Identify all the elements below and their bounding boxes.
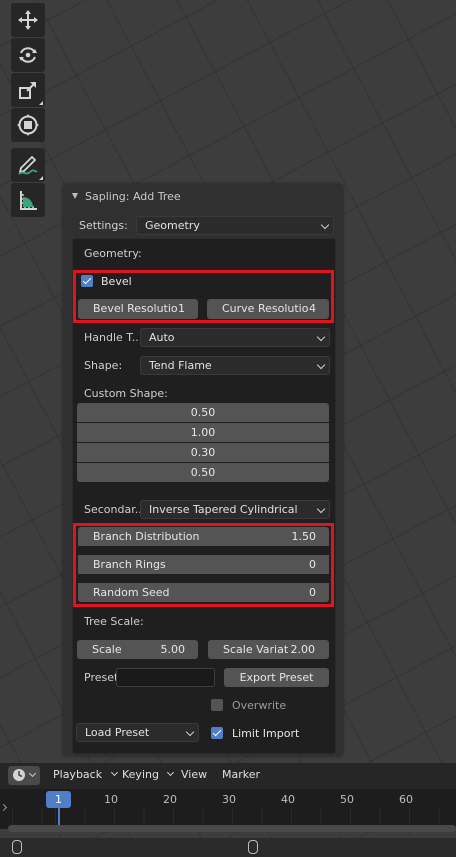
chevron-down-icon [320, 220, 330, 230]
frame-label: 40 [281, 793, 295, 806]
highlight-box-branch [73, 523, 334, 607]
custom-shape-field-4[interactable]: 0.50 [77, 463, 329, 482]
timeline-scrollbar[interactable] [8, 825, 456, 832]
more-tools-indicator-icon [39, 176, 43, 180]
scale-variation-label: Scale Variat [223, 643, 289, 656]
scale-value: 5.00 [160, 643, 186, 656]
chevron-down-icon [110, 768, 118, 777]
chevron-down-icon [316, 332, 326, 342]
preset-name-input[interactable] [116, 668, 215, 687]
limit-import-checkbox[interactable] [211, 727, 223, 739]
status-bar [0, 838, 456, 857]
measure-tool-button[interactable] [11, 183, 45, 217]
overwrite-label[interactable]: Overwrite [232, 699, 286, 712]
scale-tool-button[interactable] [11, 73, 45, 107]
chevron-down-icon [28, 769, 37, 778]
export-preset-label: Export Preset [239, 671, 314, 684]
playback-menu[interactable]: Playback [53, 768, 118, 781]
settings-label: Settings: [79, 219, 128, 232]
measure-icon [20, 191, 37, 210]
current-frame-indicator[interactable]: 1 [46, 791, 71, 808]
overwrite-checkbox[interactable] [211, 699, 223, 711]
frame-label: 60 [399, 793, 413, 806]
chevron-down-icon [185, 727, 195, 737]
move-icon [18, 10, 38, 30]
chevron-down-icon [167, 768, 175, 777]
view-menu[interactable]: View [181, 768, 207, 781]
custom-shape-value: 0.50 [190, 406, 216, 419]
shape-dropdown[interactable]: Tend Flame [140, 356, 330, 375]
custom-shape-field-1[interactable]: 0.50 [77, 403, 329, 422]
rotate-icon [19, 47, 37, 63]
tree-scale-label: Tree Scale: [84, 615, 144, 628]
scale-icon [19, 82, 36, 99]
transform-tool-button[interactable] [11, 108, 45, 142]
more-tools-indicator-icon [39, 101, 43, 105]
handle-type-label: Handle T.. [84, 331, 139, 344]
handle-type-dropdown[interactable]: Auto [140, 328, 330, 347]
panel-title[interactable]: Sapling: Add Tree [85, 190, 181, 203]
editor-type-button[interactable] [8, 766, 40, 785]
custom-shape-label: Custom Shape: [84, 387, 168, 400]
annotate-icon [18, 155, 38, 175]
highlight-box-bevel [73, 270, 334, 323]
chevron-down-icon [316, 360, 326, 370]
collapse-panel-icon[interactable] [72, 193, 78, 199]
frame-label: 50 [340, 793, 354, 806]
custom-shape-field-2[interactable]: 1.00 [77, 423, 329, 442]
custom-shape-value: 0.50 [190, 466, 216, 479]
keying-label: Keying [122, 768, 159, 781]
preset-label: Preset [84, 671, 119, 684]
mouse-left-icon [12, 840, 22, 854]
scale-variation-value: 2.00 [290, 643, 316, 656]
marker-menu[interactable]: Marker [222, 768, 260, 781]
load-preset-dropdown[interactable]: Load Preset [76, 723, 199, 742]
frame-label: 20 [163, 793, 177, 806]
load-preset-label: Load Preset [85, 726, 150, 739]
clock-icon [13, 769, 25, 781]
geometry-heading: Geometry: [84, 247, 142, 260]
secondary-label: Secondar.. [84, 503, 142, 516]
move-tool-button[interactable] [11, 3, 45, 37]
export-preset-button[interactable]: Export Preset [224, 668, 329, 687]
scale-variation-field[interactable]: Scale Variat 2.00 [208, 640, 329, 659]
custom-shape-value: 0.30 [190, 446, 216, 459]
scale-field[interactable]: Scale 5.00 [77, 640, 198, 659]
handle-type-value: Auto [149, 331, 175, 344]
custom-shape-value: 1.00 [190, 426, 216, 439]
keying-menu[interactable]: Keying [122, 768, 175, 781]
scale-label: Scale [92, 643, 122, 656]
mouse-middle-icon [248, 840, 258, 854]
secondary-dropdown[interactable]: Inverse Tapered Cylindrical [140, 500, 330, 519]
limit-import-label[interactable]: Limit Import [232, 727, 299, 740]
rotate-tool-button[interactable] [11, 38, 45, 72]
playback-label: Playback [53, 768, 103, 781]
frame-label: 30 [222, 793, 236, 806]
settings-dropdown[interactable]: Geometry [136, 216, 334, 235]
custom-shape-field-3[interactable]: 0.30 [77, 443, 329, 462]
secondary-value: Inverse Tapered Cylindrical [149, 503, 298, 516]
frame-label: 10 [104, 793, 118, 806]
shape-label: Shape: [84, 359, 123, 372]
current-frame-value: 1 [55, 793, 62, 806]
chevron-down-icon [316, 504, 326, 514]
settings-value: Geometry [145, 219, 200, 232]
annotate-tool-button[interactable] [11, 148, 45, 182]
shape-value: Tend Flame [149, 359, 212, 372]
transform-icon [17, 114, 39, 136]
